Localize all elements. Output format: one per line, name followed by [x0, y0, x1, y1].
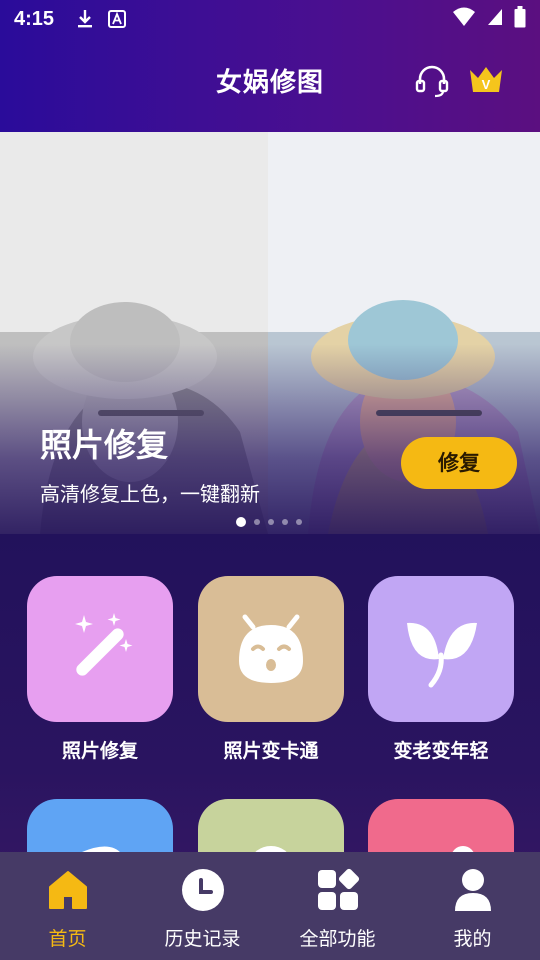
grid-icon — [316, 868, 360, 912]
nav-label: 历史记录 — [164, 928, 241, 950]
nav-all-features[interactable]: 全部功能 — [270, 852, 405, 960]
signal-icon — [486, 7, 504, 31]
leaf-icon — [407, 622, 477, 688]
nav-profile[interactable]: 我的 — [405, 852, 540, 960]
status-bar: 4:15 — [0, 0, 540, 38]
feature-tile[interactable] — [27, 576, 173, 722]
wifi-icon — [452, 7, 476, 31]
keyboard-a-icon — [108, 9, 127, 29]
feature-label: 变老变年轻 — [393, 740, 489, 762]
user-icon — [451, 868, 495, 912]
status-time: 4:15 — [14, 7, 55, 30]
carousel-indicator — [236, 517, 302, 527]
magic-wand-icon — [75, 613, 133, 676]
bottom-navigation: 首页 历史记录 全部功能 我的 — [0, 852, 540, 960]
carousel-dot[interactable] — [282, 519, 288, 525]
feature-tile[interactable] — [368, 576, 514, 722]
promo-banner[interactable]: 照片修复 高清修复上色，一键翻新 修复 — [0, 132, 540, 534]
feature-label: 照片修复 — [61, 740, 138, 762]
feature-photo-repair[interactable]: 照片修复 — [27, 576, 173, 763]
title-bar: 女娲修图 V — [0, 52, 540, 108]
nav-label: 全部功能 — [299, 928, 376, 950]
clock-icon — [181, 868, 225, 912]
page-title: 女娲修图 — [215, 68, 324, 98]
carousel-dot[interactable] — [296, 519, 302, 525]
feature-tile[interactable] — [198, 576, 344, 722]
vip-badge-letter: V — [482, 77, 491, 92]
battery-icon — [514, 6, 526, 32]
feature-age-change[interactable]: 变老变年轻 — [368, 576, 514, 763]
carousel-dot[interactable] — [268, 519, 274, 525]
nav-home[interactable]: 首页 — [0, 852, 135, 960]
feature-photo-cartoon[interactable]: 照片变卡通 — [198, 576, 344, 763]
nav-history[interactable]: 历史记录 — [135, 852, 270, 960]
download-icon — [76, 9, 94, 29]
carousel-dot[interactable] — [254, 519, 260, 525]
banner-subtitle: 高清修复上色，一键翻新 — [40, 482, 260, 506]
feature-label: 照片变卡通 — [223, 740, 319, 762]
repair-button[interactable]: 修复 — [401, 437, 517, 489]
carousel-dot-active[interactable] — [236, 517, 246, 527]
vip-button[interactable]: V — [466, 62, 506, 98]
headset-icon — [415, 65, 449, 98]
banner-title: 照片修复 — [40, 426, 169, 464]
cartoon-face-icon — [239, 614, 303, 683]
crown-icon: V — [470, 67, 502, 92]
customer-service-button[interactable] — [414, 64, 450, 98]
nav-label: 首页 — [48, 928, 87, 950]
nav-label: 我的 — [453, 928, 492, 950]
home-icon — [46, 868, 90, 912]
